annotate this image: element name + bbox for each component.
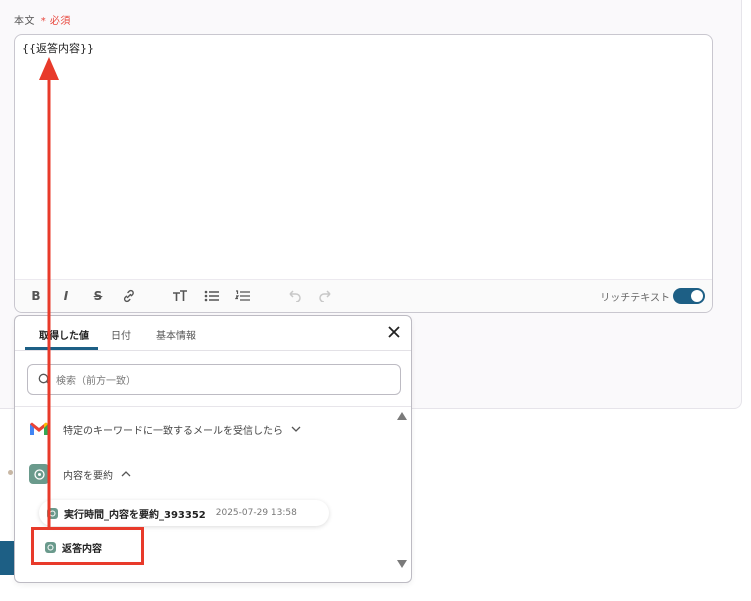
field-label-text: 本文 xyxy=(14,16,35,27)
italic-button[interactable]: I xyxy=(57,287,75,305)
background-button-edge xyxy=(0,541,14,575)
result-name: 実行時間_内容を要約_393352 xyxy=(64,509,206,521)
scroll-down-arrow[interactable] xyxy=(397,560,407,568)
active-tab-indicator xyxy=(25,347,98,350)
chatgpt-small-icon xyxy=(47,507,58,519)
rich-text-toggle[interactable] xyxy=(673,288,705,304)
tab-date[interactable]: 日付 xyxy=(111,327,131,342)
link-icon xyxy=(123,289,134,303)
chevron-up-icon xyxy=(121,471,131,477)
tab-basic-info[interactable]: 基本情報 xyxy=(156,327,196,342)
trigger-gmail-row[interactable]: 特定のキーワードに一致するメールを受信したら xyxy=(29,421,301,437)
search-box[interactable] xyxy=(27,364,401,395)
result-item[interactable]: 実行時間_内容を要約_393352 2025-07-29 13:58 xyxy=(39,500,329,526)
gmail-icon xyxy=(30,422,48,435)
popup-tabs: 取得した値 日付 基本情報 xyxy=(15,316,411,351)
popup-divider xyxy=(15,406,411,407)
undo-icon xyxy=(289,290,301,302)
toggle-knob xyxy=(691,290,703,302)
numbered-list-icon xyxy=(235,290,250,301)
undo-button[interactable] xyxy=(285,287,303,305)
bold-button[interactable]: B xyxy=(27,287,45,305)
scroll-up-arrow[interactable] xyxy=(397,412,407,420)
editor-content[interactable]: {{返答内容}} xyxy=(22,40,94,56)
tab-acquired-values[interactable]: 取得した値 xyxy=(39,327,89,342)
required-text: 必須 xyxy=(49,16,71,27)
required-asterisk: * xyxy=(40,16,47,27)
text-size-button[interactable] xyxy=(171,287,189,305)
required-mark: * 必須 xyxy=(41,16,71,27)
link-button[interactable] xyxy=(120,287,138,305)
numbered-list-button[interactable] xyxy=(234,287,252,305)
bullet-list-button[interactable] xyxy=(203,287,221,305)
editor-toolbar: B I S リッチテキスト xyxy=(15,279,712,312)
redo-button[interactable] xyxy=(317,287,335,305)
summarize-row[interactable]: 内容を要約 xyxy=(29,464,131,484)
bullet-list-icon xyxy=(204,290,219,302)
search-icon xyxy=(38,373,51,386)
trigger-gmail-label: 特定のキーワードに一致するメールを受信したら xyxy=(63,425,283,437)
rich-text-label: リッチテキスト xyxy=(600,293,670,304)
text-size-icon xyxy=(173,290,187,301)
summarize-label: 内容を要約 xyxy=(63,470,113,482)
background-dot xyxy=(8,470,13,475)
chatgpt-icon xyxy=(29,464,49,484)
strikethrough-button[interactable]: S xyxy=(89,287,107,305)
chevron-down-icon xyxy=(291,426,301,432)
redo-icon xyxy=(319,290,331,302)
close-icon[interactable] xyxy=(387,325,401,339)
search-input[interactable] xyxy=(54,371,388,391)
result-timestamp: 2025-07-29 13:58 xyxy=(215,508,297,518)
body-editor[interactable]: {{返答内容}} B I S リッチテキスト xyxy=(14,34,713,313)
field-label: 本文 * 必須 xyxy=(14,12,71,27)
highlight-box xyxy=(31,527,144,565)
